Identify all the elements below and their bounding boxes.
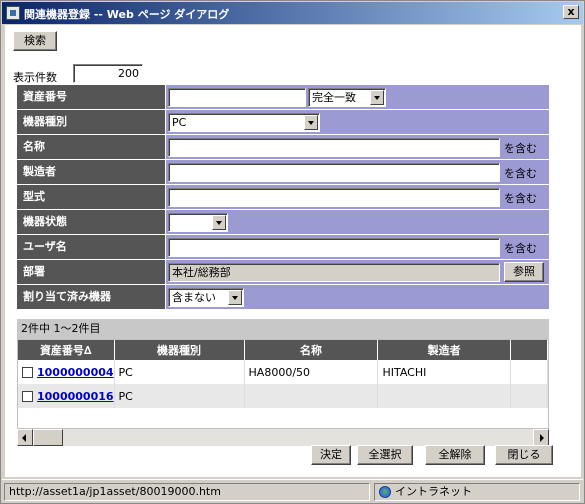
asset-no-cell: 1000000016 [18, 384, 115, 408]
row-device-state: 機器状態 [17, 210, 549, 234]
table-row: 1000000016 PC [18, 384, 548, 408]
display-count-input[interactable]: 200 [73, 64, 143, 83]
row-checkbox[interactable] [22, 367, 33, 378]
model-label: 型式 [17, 185, 165, 209]
model-cell: を含む [166, 185, 549, 209]
assigned-value: 含まない [172, 291, 216, 304]
name-cell: HA8000/50 [244, 360, 379, 384]
maker-cell [377, 384, 511, 408]
device-type-value: PC [172, 116, 187, 129]
user-name-label: ユーザ名 [17, 235, 165, 259]
status-zone: イントラネット [374, 483, 580, 501]
title-bar: 関連機器登録 -- Web ページ ダイアログ x [2, 2, 583, 24]
globe-icon [379, 486, 391, 498]
department-field: 本社/総務部 [168, 263, 500, 282]
close-button[interactable]: 閉じる [495, 445, 553, 465]
row-user-name: ユーザ名 を含む [17, 235, 549, 259]
app-icon [6, 6, 20, 20]
row-asset-no: 資産番号 完全一致 [17, 85, 549, 109]
name-input[interactable] [168, 138, 500, 157]
maker-label: 製造者 [17, 160, 165, 184]
name-suffix: を含む [504, 142, 537, 155]
maker-input[interactable] [168, 163, 500, 182]
row-checkbox[interactable] [22, 391, 33, 402]
close-window-button[interactable]: x [563, 5, 579, 19]
col-extra-header [510, 340, 548, 360]
col-name-header: 名称 [244, 340, 379, 360]
assigned-select[interactable]: 含まない [168, 288, 244, 307]
device-state-label: 機器状態 [17, 210, 165, 234]
row-name: 名称 を含む [17, 135, 549, 159]
asset-no-input[interactable] [168, 88, 306, 107]
asset-no-link[interactable]: 1000000016 [37, 390, 114, 403]
col-maker-header: 製造者 [377, 340, 511, 360]
dialog-window: 関連機器登録 -- Web ページ ダイアログ x 検索 表示件数 200 資産… [0, 0, 585, 504]
department-label: 部署 [17, 260, 165, 284]
search-button[interactable]: 検索 [13, 31, 57, 51]
clear-all-button[interactable]: 全解除 [425, 445, 485, 465]
ok-button[interactable]: 決定 [311, 445, 351, 465]
name-cell [244, 384, 379, 408]
col-asset-no-header[interactable]: 資産番号∆ [18, 340, 115, 360]
chevron-down-icon [370, 90, 384, 105]
table-row: 1000000004 PC HA8000/50 HITACHI [18, 360, 548, 384]
extra-cell [510, 360, 548, 384]
asset-no-label: 資産番号 [17, 85, 165, 109]
row-department: 部署 本社/総務部 参照 [17, 260, 549, 284]
window-title: 関連機器登録 -- Web ページ ダイアログ [24, 8, 230, 21]
asset-no-cell: 完全一致 [166, 85, 549, 109]
asset-no-cell: 1000000004 [18, 360, 115, 384]
department-ref-button[interactable]: 参照 [504, 262, 544, 282]
chevron-down-icon [228, 290, 242, 305]
extra-cell [510, 384, 548, 408]
status-bar: http://asset1a/jp1asset/80019000.htm イント… [2, 479, 583, 503]
name-label: 名称 [17, 135, 165, 159]
maker-cell: を含む [166, 160, 549, 184]
table-header-row: 資産番号∆ 機器種別 名称 製造者 [18, 340, 548, 360]
horizontal-scrollbar[interactable] [17, 429, 549, 446]
device-type-label: 機器種別 [17, 110, 165, 134]
row-device-type: 機器種別 PC [17, 110, 549, 134]
select-all-button[interactable]: 全選択 [357, 445, 413, 465]
asset-no-match-select[interactable]: 完全一致 [308, 88, 386, 107]
device-type-select[interactable]: PC [168, 113, 320, 132]
row-assigned: 割り当て済み機器 含まない [17, 285, 549, 309]
row-maker: 製造者 を含む [17, 160, 549, 184]
department-cell: 本社/総務部 参照 [166, 260, 549, 284]
asset-no-match-value: 完全一致 [312, 91, 356, 104]
maker-cell: HITACHI [377, 360, 511, 384]
user-name-input[interactable] [168, 238, 500, 257]
assigned-label: 割り当て済み機器 [17, 285, 165, 309]
device-state-select[interactable] [168, 213, 228, 232]
chevron-down-icon [304, 115, 318, 130]
device-state-cell [166, 210, 549, 234]
device-type-cell: PC [114, 384, 245, 408]
results-table: 資産番号∆ 機器種別 名称 製造者 1000000004 PC HA8000/5… [18, 340, 548, 408]
results-table-container: 資産番号∆ 機器種別 名称 製造者 1000000004 PC HA8000/5… [17, 339, 549, 429]
model-suffix: を含む [504, 192, 537, 205]
scroll-left-arrow-icon[interactable] [17, 429, 33, 446]
user-name-suffix: を含む [504, 242, 537, 255]
zone-label: イントラネット [395, 485, 472, 498]
scroll-thumb[interactable] [33, 429, 63, 446]
scroll-right-arrow-icon[interactable] [533, 429, 549, 446]
chevron-down-icon [212, 215, 226, 230]
result-count: 2件中 1～2件目 [17, 319, 549, 339]
col-device-type-header: 機器種別 [114, 340, 245, 360]
status-url: http://asset1a/jp1asset/80019000.htm [4, 483, 370, 501]
asset-no-link[interactable]: 1000000004 [37, 366, 114, 379]
assigned-cell: 含まない [166, 285, 549, 309]
model-input[interactable] [168, 188, 500, 207]
device-type-cell: PC [166, 110, 549, 134]
row-model: 型式 を含む [17, 185, 549, 209]
maker-suffix: を含む [504, 167, 537, 180]
device-type-cell: PC [114, 360, 245, 384]
display-count-label: 表示件数 [13, 71, 57, 84]
dialog-content: 検索 表示件数 200 資産番号 完全一致 機器種別 PC 名称 を含む 製造者… [5, 25, 581, 477]
name-cell: を含む [166, 135, 549, 159]
user-name-cell: を含む [166, 235, 549, 259]
